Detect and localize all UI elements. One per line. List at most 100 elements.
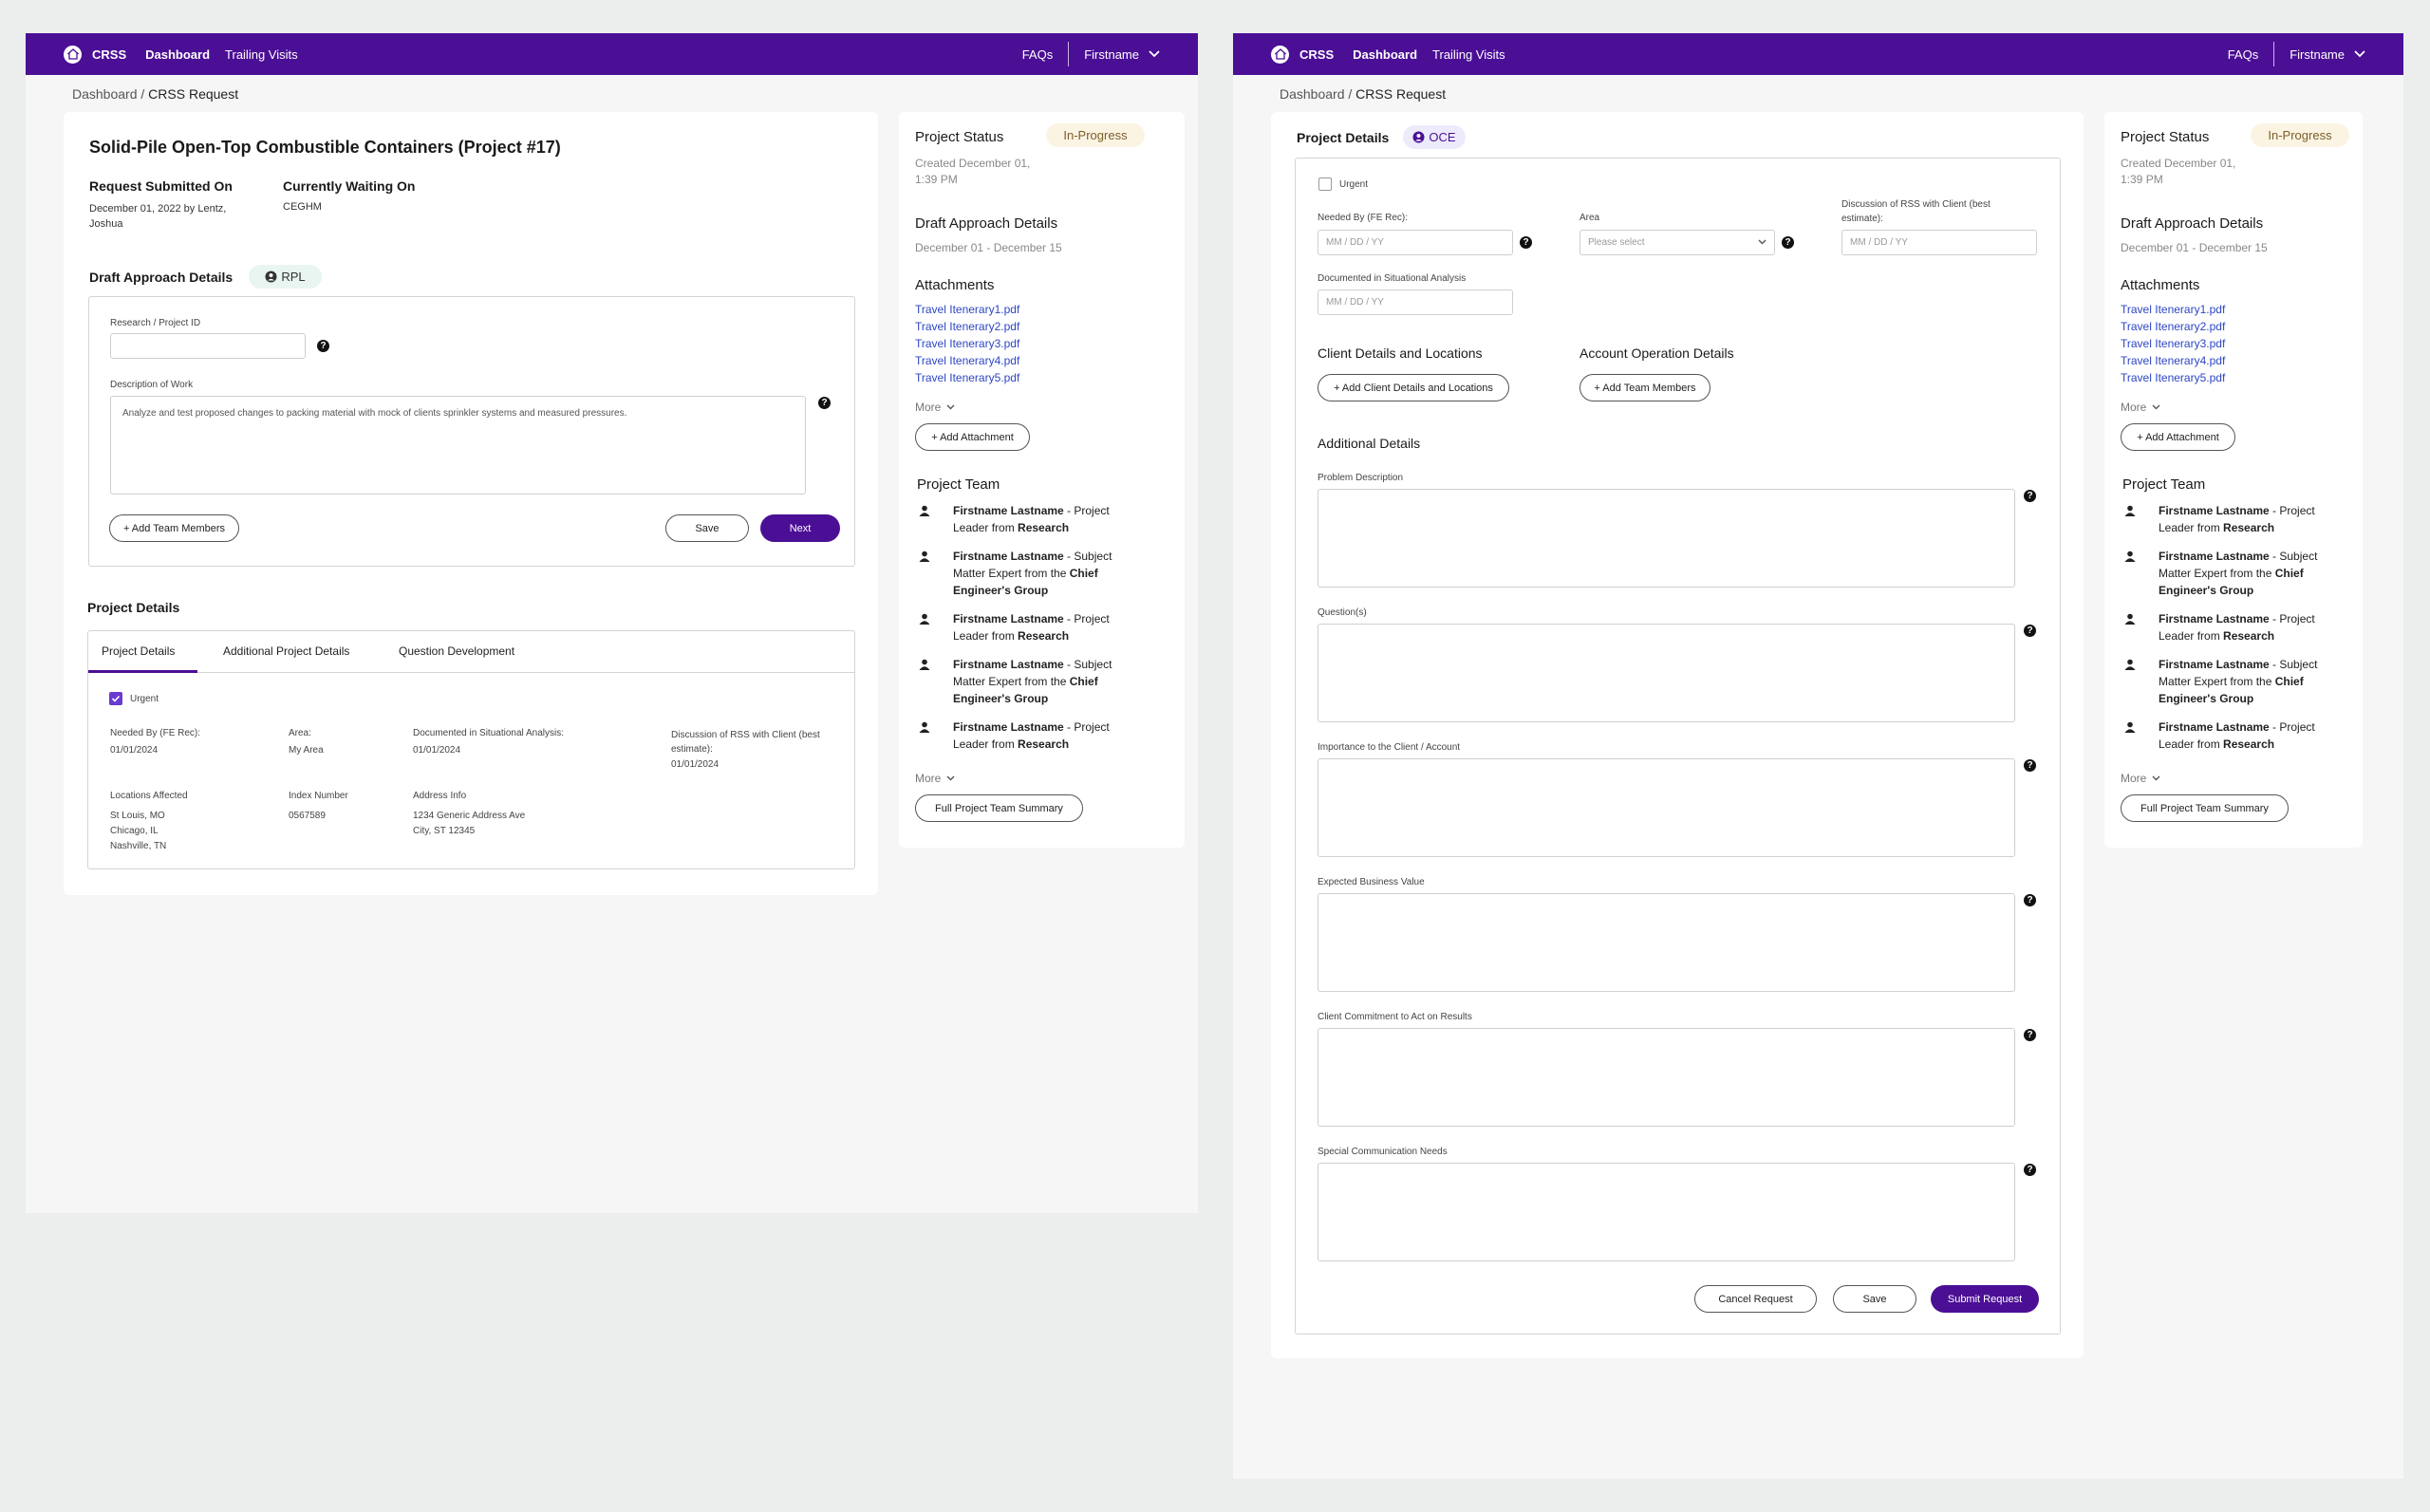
field-value: 01/01/2024 (110, 745, 159, 756)
needed-by-date-input[interactable]: MM / DD / YY (1318, 230, 1513, 255)
help-icon[interactable]: ? (1782, 236, 1794, 249)
help-icon[interactable]: ? (2024, 625, 2036, 637)
attachments-heading: Attachments (2121, 277, 2200, 293)
user-name: Firstname (1084, 47, 1139, 62)
attachment-link[interactable]: Travel Itenerary3.pdf (2121, 335, 2225, 352)
tab-additional-project-details[interactable]: Additional Project Details (223, 644, 349, 658)
draft-approach-box: Research / Project ID ? Description of W… (88, 296, 855, 567)
description-label: Description of Work (110, 380, 194, 390)
attachments-more-toggle[interactable]: More (2121, 401, 2160, 414)
tab-question-development[interactable]: Question Development (399, 644, 514, 658)
created-text: Created December 01, 1:39 PM (2121, 157, 2236, 186)
discussion-date-input[interactable]: MM / DD / YY (1841, 230, 2037, 255)
chevron-down-icon (2152, 775, 2160, 781)
breadcrumb-root[interactable]: Dashboard (1280, 86, 1345, 102)
check-icon (111, 695, 121, 702)
breadcrumb-root[interactable]: Dashboard (72, 86, 138, 102)
attachment-link[interactable]: Travel Itenerary2.pdf (2121, 318, 2225, 335)
more-label: More (915, 772, 942, 785)
questions-textarea[interactable] (1318, 624, 2015, 722)
user-menu[interactable]: Firstname (2290, 47, 2365, 62)
help-icon[interactable]: ? (2024, 490, 2036, 502)
help-icon[interactable]: ? (1520, 236, 1532, 249)
breadcrumb-sep: / (1344, 86, 1356, 102)
area-label: Area (1580, 213, 1600, 223)
brand-name[interactable]: CRSS (1299, 47, 1334, 62)
team-more-toggle[interactable]: More (915, 772, 955, 785)
chevron-down-icon (946, 404, 955, 410)
draft-dates: December 01 - December 15 (915, 241, 1062, 254)
full-team-summary-button[interactable]: Full Project Team Summary (915, 794, 1083, 822)
importance-textarea[interactable] (1318, 758, 2015, 857)
location-item: St Louis, MO (110, 811, 165, 821)
brand-name[interactable]: CRSS (92, 47, 126, 62)
submit-request-button[interactable]: Submit Request (1931, 1285, 2039, 1313)
member-group: Research (1018, 521, 1070, 534)
attachment-link[interactable]: Travel Itenerary1.pdf (2121, 301, 2225, 318)
breadcrumb-current: CRSS Request (148, 86, 239, 102)
urgent-checkbox[interactable] (109, 692, 122, 705)
user-menu[interactable]: Firstname (1084, 47, 1160, 62)
research-id-input[interactable] (110, 333, 306, 359)
member-name: Firstname Lastname (2159, 658, 2270, 671)
nav-trailing-visits[interactable]: Trailing Visits (225, 47, 298, 62)
team-member: Firstname Lastname - Project Leader from… (2124, 719, 2320, 753)
client-commitment-textarea[interactable] (1318, 1028, 2015, 1127)
area-select[interactable]: Please select (1580, 230, 1775, 255)
help-icon[interactable]: ? (2024, 759, 2036, 772)
description-textarea[interactable]: Analyze and test proposed changes to pac… (110, 396, 806, 495)
business-value-textarea[interactable] (1318, 893, 2015, 992)
attachment-link[interactable]: Travel Itenerary3.pdf (915, 335, 1019, 352)
needed-by-label: Needed By (FE Rec): (1318, 213, 1409, 223)
help-icon[interactable]: ? (317, 340, 329, 352)
nav-faqs[interactable]: FAQs (2228, 47, 2259, 62)
draft-badge-label: RPL (281, 270, 306, 284)
attachments-more-toggle[interactable]: More (915, 401, 955, 414)
member-group: Research (1018, 737, 1070, 751)
full-team-summary-button[interactable]: Full Project Team Summary (2121, 794, 2289, 822)
attachment-link[interactable]: Travel Itenerary4.pdf (2121, 352, 2225, 369)
nav-trailing-visits[interactable]: Trailing Visits (1432, 47, 1505, 62)
communication-needs-textarea[interactable] (1318, 1163, 2015, 1261)
add-team-members-button[interactable]: + Add Team Members (109, 514, 239, 542)
oce-badge: OCE (1403, 125, 1466, 149)
documented-label: Documented in Situational Analysis (1318, 273, 1467, 284)
save-button[interactable]: Save (1833, 1285, 1916, 1313)
attachment-link[interactable]: Travel Itenerary2.pdf (915, 318, 1019, 335)
form-box: Urgent Needed By (FE Rec): MM / DD / YY … (1295, 158, 2061, 1335)
index-label: Index Number (289, 791, 348, 801)
problem-description-textarea[interactable] (1318, 489, 2015, 588)
attachment-link[interactable]: Travel Itenerary5.pdf (915, 369, 1019, 386)
add-team-members-button[interactable]: + Add Team Members (1580, 374, 1710, 401)
add-client-details-button[interactable]: + Add Client Details and Locations (1318, 374, 1509, 401)
chevron-down-icon (946, 775, 955, 781)
nav-faqs[interactable]: FAQs (1022, 47, 1054, 62)
member-name: Firstname Lastname (2159, 550, 2270, 563)
tab-label: Question Development (399, 644, 515, 658)
home-logo-icon[interactable] (64, 45, 82, 64)
home-logo-icon[interactable] (1271, 45, 1289, 64)
next-button[interactable]: Next (760, 514, 840, 542)
more-label: More (2121, 772, 2147, 785)
attachments-heading: Attachments (915, 277, 995, 293)
nav-dashboard[interactable]: Dashboard (145, 47, 210, 62)
attachment-list: Travel Itenerary1.pdf Travel Itenerary2.… (915, 301, 1019, 386)
attachment-link[interactable]: Travel Itenerary4.pdf (915, 352, 1019, 369)
urgent-checkbox[interactable] (1318, 177, 1332, 191)
save-button[interactable]: Save (665, 514, 749, 542)
right-screen: CRSS Dashboard Trailing Visits FAQs Firs… (1233, 33, 2403, 1479)
add-attachment-button[interactable]: + Add Attachment (2121, 423, 2235, 451)
tab-project-details[interactable]: Project Details (102, 644, 175, 658)
add-attachment-button[interactable]: + Add Attachment (915, 423, 1030, 451)
attachment-link[interactable]: Travel Itenerary5.pdf (2121, 369, 2225, 386)
help-icon[interactable]: ? (818, 397, 831, 409)
team-more-toggle[interactable]: More (2121, 772, 2160, 785)
help-icon[interactable]: ? (2024, 1164, 2036, 1176)
cancel-request-button[interactable]: Cancel Request (1694, 1285, 1817, 1313)
help-icon[interactable]: ? (2024, 894, 2036, 906)
person-icon (919, 721, 930, 733)
nav-dashboard[interactable]: Dashboard (1353, 47, 1417, 62)
documented-date-input[interactable]: MM / DD / YY (1318, 289, 1513, 315)
attachment-link[interactable]: Travel Itenerary1.pdf (915, 301, 1019, 318)
help-icon[interactable]: ? (2024, 1029, 2036, 1041)
